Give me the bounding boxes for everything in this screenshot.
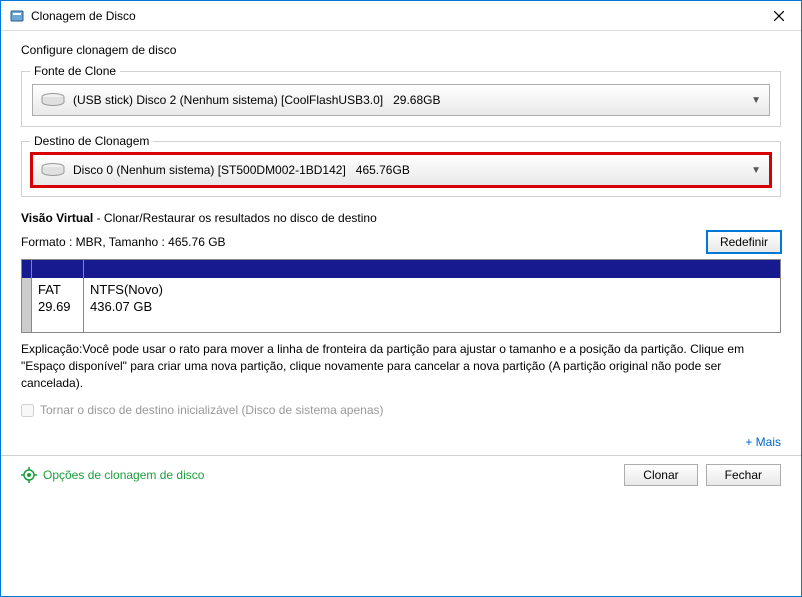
partition-fat[interactable]: FAT 29.69 — [32, 260, 84, 332]
clone-options-link[interactable]: Opções de clonagem de disco — [43, 468, 616, 482]
bootable-checkbox — [21, 404, 34, 417]
virtual-view-title: Visão Virtual - Clonar/Restaurar os resu… — [21, 211, 781, 225]
partition-name: NTFS(Novo) — [90, 282, 774, 299]
close-button[interactable]: Fechar — [706, 464, 781, 486]
app-icon — [9, 8, 25, 24]
format-text: Formato : MBR, Tamanho : 465.76 GB — [21, 235, 707, 249]
window-title: Clonagem de Disco — [31, 9, 756, 23]
dest-text: Disco 0 (Nenhum sistema) [ST500DM002-1BD… — [73, 163, 751, 177]
chevron-down-icon: ▼ — [751, 165, 761, 176]
source-label: Fonte de Clone — [30, 64, 120, 78]
partition-header — [84, 260, 780, 278]
bootable-label: Tornar o disco de destino inicializável … — [40, 403, 384, 417]
gear-icon — [21, 467, 37, 483]
redefine-button[interactable]: Redefinir — [707, 231, 781, 253]
partition-name: FAT — [38, 282, 77, 299]
close-icon — [774, 11, 784, 21]
clone-button[interactable]: Clonar — [624, 464, 697, 486]
chevron-down-icon: ▼ — [751, 95, 761, 106]
dest-group: Destino de Clonagem Disco 0 (Nenhum sist… — [21, 141, 781, 197]
footer: Opções de clonagem de disco Clonar Fecha… — [1, 455, 801, 493]
disk-icon — [41, 163, 65, 177]
dest-label: Destino de Clonagem — [30, 134, 153, 148]
bootable-checkbox-row: Tornar o disco de destino inicializável … — [21, 403, 781, 417]
source-dropdown[interactable]: (USB stick) Disco 2 (Nenhum sistema) [Co… — [32, 84, 770, 116]
partition-body: FAT 29.69 — [32, 278, 83, 332]
partition-spacer — [22, 260, 32, 332]
titlebar: Clonagem de Disco — [1, 1, 801, 31]
source-group: Fonte de Clone (USB stick) Disco 2 (Nenh… — [21, 71, 781, 127]
partition-size: 436.07 GB — [90, 299, 774, 316]
page-subtitle: Configure clonagem de disco — [21, 43, 781, 57]
close-button[interactable] — [756, 1, 801, 31]
partition-layout[interactable]: FAT 29.69 NTFS(Novo) 436.07 GB — [21, 259, 781, 333]
partition-ntfs[interactable]: NTFS(Novo) 436.07 GB — [84, 260, 780, 332]
source-text: (USB stick) Disco 2 (Nenhum sistema) [Co… — [73, 93, 751, 107]
dest-dropdown[interactable]: Disco 0 (Nenhum sistema) [ST500DM002-1BD… — [32, 154, 770, 186]
disk-icon — [41, 93, 65, 107]
partition-body: NTFS(Novo) 436.07 GB — [84, 278, 780, 332]
explanation-text: Explicação:Você pode usar o rato para mo… — [21, 341, 781, 391]
partition-size: 29.69 — [38, 299, 77, 316]
more-link[interactable]: + Mais — [21, 435, 781, 449]
partition-header — [32, 260, 83, 278]
